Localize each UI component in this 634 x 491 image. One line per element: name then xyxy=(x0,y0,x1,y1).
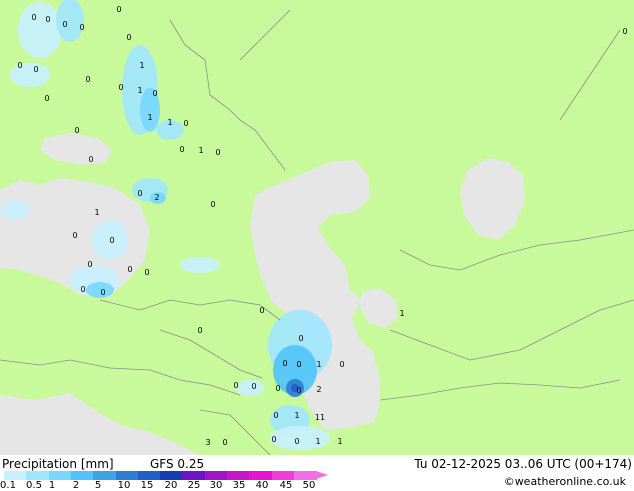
precip-value: 0 xyxy=(80,285,85,294)
precip-value: 2 xyxy=(154,193,159,202)
precip-value: 0 xyxy=(622,27,627,36)
scale-swatch xyxy=(182,471,206,480)
precip-value: 0 xyxy=(44,94,49,103)
precip-value: 0 xyxy=(197,326,202,335)
precip-value: 0 xyxy=(126,33,131,42)
precip-value: 0 xyxy=(62,20,67,29)
credit-label: ©weatheronline.co.uk xyxy=(503,475,626,488)
precip-value: 0 xyxy=(339,360,344,369)
precip-value: 11 xyxy=(315,413,325,422)
precip-value: 0 xyxy=(275,384,280,393)
scale-swatch xyxy=(293,471,317,480)
precip-value: 0 xyxy=(144,268,149,277)
scale-swatch xyxy=(26,471,50,480)
precip-value: 1 xyxy=(337,437,342,446)
precip-value: 0 xyxy=(251,382,256,391)
map-figure: 0000000000011011001000200100000000000000… xyxy=(0,0,634,491)
precip-value: 0 xyxy=(298,334,303,343)
precip-value: 1 xyxy=(315,437,320,446)
precip-value: 0 xyxy=(152,89,157,98)
precip-value: 0 xyxy=(137,189,142,198)
precip-value: 1 xyxy=(167,118,172,127)
precip-value: 0 xyxy=(127,265,132,274)
precip-value: 0 xyxy=(74,126,79,135)
precip-value: 0 xyxy=(85,75,90,84)
precip-value: 0 xyxy=(31,13,36,22)
precip-value: 1 xyxy=(139,61,144,70)
precip-value: 0 xyxy=(183,119,188,128)
model-label: GFS 0.25 xyxy=(150,457,205,471)
precip-value: 1 xyxy=(316,360,321,369)
precip-value: 2 xyxy=(316,385,321,394)
precip-value: 0 xyxy=(210,200,215,209)
precip-patch xyxy=(270,426,330,450)
precip-value: 0 xyxy=(259,306,264,315)
scale-arrow xyxy=(316,471,329,479)
precip-value: 0 xyxy=(215,148,220,157)
product-label: Precipitation [mm] xyxy=(2,457,114,471)
precip-value: 0 xyxy=(296,386,301,395)
precip-patch xyxy=(180,257,220,273)
precip-value: 0 xyxy=(100,288,105,297)
precip-value: 0 xyxy=(222,438,227,447)
scale-swatch xyxy=(204,471,228,480)
precip-patch xyxy=(56,0,84,42)
scale-swatch xyxy=(70,471,94,480)
precip-value: 1 xyxy=(147,113,152,122)
precip-patch xyxy=(18,2,62,58)
precip-value: 0 xyxy=(118,83,123,92)
scale-swatch xyxy=(160,471,183,480)
scale-swatch xyxy=(137,471,161,480)
precip-value: 1 xyxy=(399,309,404,318)
precip-value: 1 xyxy=(294,411,299,420)
precip-value: 3 xyxy=(205,438,210,447)
scale-swatch xyxy=(93,471,116,480)
scale-swatch xyxy=(115,471,139,480)
scale-swatch xyxy=(249,471,273,480)
precip-value: 0 xyxy=(271,435,276,444)
precip-patch xyxy=(236,380,264,396)
precip-value: 0 xyxy=(233,381,238,390)
precip-value: 0 xyxy=(273,411,278,420)
precip-value: 0 xyxy=(17,61,22,70)
scale-swatch xyxy=(227,471,250,480)
precip-value: 0 xyxy=(33,65,38,74)
precip-value: 0 xyxy=(88,155,93,164)
precip-value: 0 xyxy=(116,5,121,14)
precip-patch xyxy=(1,200,29,220)
precip-value: 0 xyxy=(296,360,301,369)
scale-swatch xyxy=(48,471,72,480)
precip-value: 0 xyxy=(294,437,299,446)
precip-value: 1 xyxy=(94,208,99,217)
precip-value: 0 xyxy=(282,359,287,368)
precip-patch xyxy=(10,63,50,87)
precip-value: 1 xyxy=(198,146,203,155)
precip-value: 0 xyxy=(179,145,184,154)
precip-value: 1 xyxy=(137,86,142,95)
precip-value: 0 xyxy=(109,236,114,245)
precipitation-map[interactable]: 0 00 0000000011 011 00 1 00020010000 00 00000 00 0… xyxy=(0,0,634,455)
precip-value: 0 xyxy=(79,23,84,32)
valid-time: Tu 02-12-2025 03..06 UTC (00+174) xyxy=(414,457,632,471)
precip-value: 0 xyxy=(87,260,92,269)
precip-value: 0 xyxy=(72,231,77,240)
scale-swatch xyxy=(4,471,27,480)
precip-value: 0 xyxy=(45,15,50,24)
scale-swatch xyxy=(271,471,295,480)
